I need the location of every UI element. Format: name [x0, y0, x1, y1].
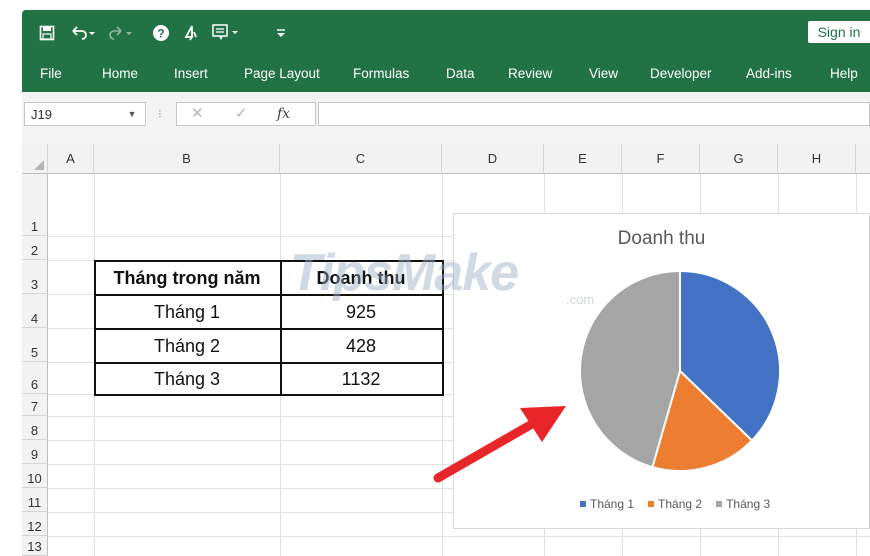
ribbon-tabs: File Home Insert Page Layout Formulas Da…	[22, 56, 870, 92]
tab-insert[interactable]: Insert	[174, 56, 208, 92]
table-border	[94, 328, 442, 330]
title-bar: ? Sign in	[22, 10, 870, 56]
table-cell-month[interactable]: Tháng 2	[95, 330, 279, 362]
legend-label: Tháng 1	[590, 497, 635, 511]
column-header-i[interactable]	[856, 144, 870, 174]
tab-formulas[interactable]: Formulas	[353, 56, 409, 92]
svg-text:?: ?	[157, 27, 164, 41]
chart-legend[interactable]: Tháng 1 Tháng 2 Tháng 3	[580, 497, 770, 511]
legend-item[interactable]: Tháng 3	[716, 497, 770, 511]
tab-developer[interactable]: Developer	[650, 56, 712, 92]
column-header-e[interactable]: E	[544, 144, 622, 174]
legend-label: Tháng 2	[658, 497, 703, 511]
table-cell-revenue[interactable]: 1132	[281, 363, 441, 395]
row-header-3[interactable]: 3	[22, 260, 48, 294]
watermark-logo: TipsMake	[290, 244, 519, 302]
row-header-4[interactable]: 4	[22, 294, 48, 328]
row-header-2[interactable]: 2	[22, 236, 48, 260]
legend-swatch-2	[648, 501, 655, 507]
legend-label: Tháng 3	[726, 497, 771, 511]
table-border	[280, 260, 282, 395]
form-icon[interactable]	[210, 22, 244, 44]
formula-bar: J19 ▼ ⁝ ✕ ✓ fx	[22, 92, 870, 145]
insert-function-icon[interactable]: fx	[277, 103, 290, 125]
customize-qat-icon[interactable]	[272, 22, 290, 44]
column-header-d[interactable]: D	[442, 144, 544, 174]
row-header-6[interactable]: 6	[22, 362, 48, 394]
table-cell-revenue[interactable]: 428	[281, 330, 441, 362]
table-border	[94, 362, 442, 364]
sign-in-button[interactable]: Sign in	[808, 21, 870, 43]
row-header-13[interactable]: 13	[22, 536, 48, 556]
row-header-5[interactable]: 5	[22, 328, 48, 362]
row-header-8[interactable]: 8	[22, 416, 48, 440]
column-header-g[interactable]: G	[700, 144, 778, 174]
row-header-7[interactable]: 7	[22, 394, 48, 416]
legend-item[interactable]: Tháng 1	[580, 497, 634, 511]
formula-input[interactable]	[318, 102, 870, 126]
touch-mode-icon[interactable]	[180, 22, 202, 44]
legend-item[interactable]: Tháng 2	[648, 497, 702, 511]
row-header-12[interactable]: 12	[22, 512, 48, 536]
tab-data[interactable]: Data	[446, 56, 475, 92]
column-header-h[interactable]: H	[778, 144, 856, 174]
watermark-logo-suffix: .com	[566, 292, 595, 307]
help-icon[interactable]: ?	[150, 22, 172, 44]
legend-swatch-1	[580, 501, 586, 507]
table-border	[94, 394, 444, 396]
resize-handle-icon[interactable]: ⁝	[158, 102, 162, 126]
column-header-f[interactable]: F	[622, 144, 700, 174]
select-all-corner[interactable]	[22, 144, 48, 174]
table-border	[94, 260, 96, 395]
gridline	[48, 536, 870, 537]
tab-help[interactable]: Help	[830, 56, 858, 92]
tab-view[interactable]: View	[589, 56, 618, 92]
table-cell-month[interactable]: Tháng 1	[95, 296, 279, 328]
chevron-down-icon[interactable]: ▼	[122, 102, 142, 126]
redo-icon[interactable]	[106, 22, 136, 44]
formula-buttons: ✕ ✓ fx	[176, 102, 316, 126]
save-icon[interactable]	[36, 22, 58, 44]
tab-home[interactable]: Home	[102, 56, 138, 92]
row-header-11[interactable]: 11	[22, 488, 48, 512]
column-header-b[interactable]: B	[94, 144, 280, 174]
cancel-icon[interactable]: ✕	[191, 103, 204, 125]
tab-add-ins[interactable]: Add-ins	[746, 56, 792, 92]
row-header-9[interactable]: 9	[22, 440, 48, 464]
select-all-icon	[34, 160, 44, 170]
column-header-a[interactable]: A	[48, 144, 94, 174]
tab-review[interactable]: Review	[508, 56, 552, 92]
table-cell-month[interactable]: Tháng 3	[95, 363, 279, 395]
tab-file[interactable]: File	[40, 56, 62, 92]
column-header-c[interactable]: C	[280, 144, 442, 174]
legend-swatch-3	[716, 501, 723, 507]
enter-icon[interactable]: ✓	[235, 103, 248, 125]
undo-icon[interactable]	[68, 22, 98, 44]
row-header-10[interactable]: 10	[22, 464, 48, 488]
tab-page-layout[interactable]: Page Layout	[244, 56, 320, 92]
row-header-1[interactable]: 1	[22, 174, 48, 236]
table-header-month[interactable]: Tháng trong năm	[95, 263, 279, 293]
